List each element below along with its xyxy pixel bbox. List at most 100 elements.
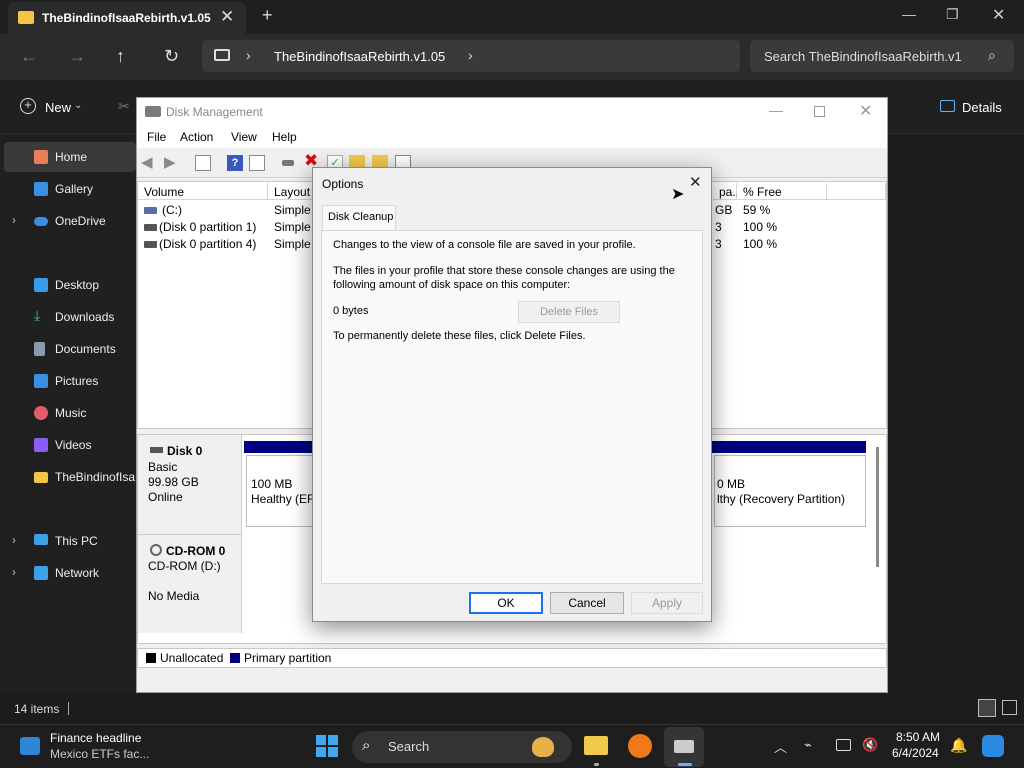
file-explorer-icon[interactable] — [584, 736, 608, 755]
sidebar-item-desktop[interactable]: Desktop — [0, 271, 136, 299]
sidebar-item-onedrive[interactable]: › OneDrive — [0, 207, 136, 235]
taskbar-search-box[interactable]: ⌕ Search — [352, 731, 572, 763]
minimize-icon[interactable]: — — [902, 6, 916, 22]
dm-minimize-icon[interactable]: — — [769, 102, 783, 118]
explorer-tab[interactable]: TheBindinofIsaaRebirth.v1.05 ✕ — [8, 2, 246, 34]
sidebar-item-network[interactable]: › Network — [0, 559, 136, 587]
new-button[interactable]: New — [45, 100, 71, 115]
search-input[interactable]: Search TheBindinofIsaaRebirth.v1 ⌕ — [750, 40, 1014, 72]
sidebar-item-music[interactable]: Music — [0, 399, 136, 427]
network-status-icon[interactable]: ⌁ — [804, 737, 812, 753]
tab-label: Disk Cleanup — [328, 211, 394, 223]
sidebar-item-this-pc[interactable]: › This PC — [0, 527, 136, 555]
disk-icon — [150, 447, 163, 453]
tab-disk-cleanup[interactable]: Disk Cleanup — [322, 205, 396, 230]
properties-icon[interactable] — [249, 155, 265, 171]
column-layout[interactable]: Layout — [268, 183, 316, 200]
cdrom-info-panel[interactable]: CD-ROM 0 CD-ROM (D:) No Media — [138, 535, 242, 633]
search-icon: ⌕ — [362, 737, 371, 754]
start-icon[interactable] — [316, 735, 338, 757]
sidebar-item-downloads[interactable]: ⤓ Downloads — [0, 303, 136, 331]
copilot-icon[interactable] — [982, 735, 1004, 757]
help-icon[interactable]: ? — [227, 155, 243, 171]
volume-free: 100 % — [743, 220, 778, 234]
folder-icon — [34, 472, 48, 483]
search-placeholder: Search TheBindinofIsaaRebirth.v1 — [764, 49, 962, 64]
close-window-icon[interactable]: ✕ — [992, 5, 1005, 25]
sidebar-item-pictures[interactable]: Pictures — [0, 367, 136, 395]
sidebar-item-home[interactable]: Home — [0, 143, 136, 171]
clock-date[interactable]: 6/4/2024 — [892, 746, 939, 760]
menu-help[interactable]: Help — [272, 130, 297, 144]
tiles-view-icon[interactable] — [1002, 700, 1017, 715]
legend-unallocated: Unallocated — [160, 651, 224, 665]
options-close-icon[interactable]: ✕ — [689, 173, 702, 191]
sidebar-item-label: TheBindinofIsa — [55, 470, 136, 484]
mouse-cursor-icon: ➤ — [671, 186, 685, 203]
sidebar-item-documents[interactable]: Documents — [0, 335, 136, 363]
dm-maximize-icon[interactable] — [814, 106, 825, 117]
chevron-right-icon[interactable]: › — [468, 47, 473, 63]
menu-file[interactable]: File — [147, 130, 166, 144]
apply-button[interactable]: Apply — [631, 592, 703, 614]
tab-title: TheBindinofIsaaRebirth.v1.05 — [42, 11, 211, 25]
connect-drive-icon[interactable] — [280, 155, 296, 171]
disk-management-taskbar-button[interactable] — [664, 727, 704, 767]
column-capacity[interactable]: pa... — [713, 183, 742, 200]
firefox-icon[interactable] — [628, 734, 652, 758]
forward-icon[interactable]: → — [68, 46, 86, 67]
chevron-right-icon[interactable]: › — [12, 533, 16, 547]
column-percent-free[interactable]: % Free — [737, 183, 827, 200]
graph-scrollbar[interactable] — [876, 447, 879, 567]
volume-capacity: 3 — [715, 237, 722, 251]
back-icon[interactable]: ← — [20, 46, 38, 67]
close-tab-icon[interactable]: ✕ — [220, 7, 234, 27]
forward-icon[interactable]: ▶ — [164, 153, 176, 171]
chevron-right-icon[interactable]: › — [12, 213, 16, 227]
refresh-icon[interactable]: ↻ — [164, 46, 179, 67]
cut-icon[interactable]: ✂ — [118, 98, 130, 115]
volume-muted-icon[interactable]: 🔇 — [862, 737, 878, 753]
sidebar-item-folder[interactable]: TheBindinofIsa — [0, 463, 136, 491]
news-title[interactable]: Finance headline — [50, 731, 141, 745]
disk-space-value: 0 bytes — [333, 305, 369, 317]
details-view-icon[interactable] — [978, 699, 996, 717]
sidebar-item-label: Desktop — [55, 278, 100, 292]
show-hidden-icons-chevron-icon[interactable]: ︿ — [774, 737, 787, 756]
widgets-icon[interactable] — [20, 737, 40, 755]
disk0-info-panel[interactable]: Disk 0 Basic 99.98 GB Online — [138, 435, 242, 535]
new-plus-icon: + — [20, 98, 36, 114]
news-subtitle[interactable]: Mexico ETFs fac... — [50, 747, 149, 761]
menu-action[interactable]: Action — [180, 130, 213, 144]
dm-close-icon[interactable]: ✕ — [859, 101, 872, 121]
show-hide-console-tree-icon[interactable] — [195, 155, 211, 171]
breadcrumb[interactable]: TheBindinofIsaaRebirth.v1.05 — [274, 49, 445, 64]
partition-recovery[interactable]: 0 MB lthy (Recovery Partition) — [714, 455, 866, 527]
sidebar-item-videos[interactable]: Videos — [0, 431, 136, 459]
sidebar-item-gallery[interactable]: Gallery — [0, 175, 136, 203]
legend-primary-swatch — [230, 653, 240, 663]
dm-titlebar: Disk Management — ✕ — [137, 98, 887, 126]
display-icon[interactable] — [836, 739, 851, 751]
address-field[interactable]: › TheBindinofIsaaRebirth.v1.05 › — [202, 40, 740, 72]
volume-icon — [144, 207, 157, 214]
notification-bell-icon[interactable]: 🔔 — [950, 737, 967, 754]
back-icon[interactable]: ◀ — [141, 153, 153, 171]
active-indicator — [678, 763, 692, 766]
new-tab-icon[interactable]: + — [262, 5, 273, 26]
disk0-state: Online — [148, 490, 183, 504]
menu-view[interactable]: View — [231, 130, 257, 144]
up-icon[interactable]: ↑ — [116, 46, 125, 67]
cancel-button[interactable]: Cancel — [550, 592, 624, 614]
restore-icon[interactable]: ❐ — [946, 6, 959, 23]
chevron-right-icon[interactable]: › — [12, 565, 16, 579]
partition-efi[interactable]: 100 MB Healthy (EFI — [246, 455, 318, 527]
ok-button[interactable]: OK — [469, 592, 543, 614]
delete-files-button[interactable]: Delete Files — [518, 301, 620, 323]
column-volume[interactable]: Volume — [138, 183, 268, 200]
sidebar-item-label: OneDrive — [55, 214, 106, 228]
details-button[interactable]: Details — [962, 100, 1002, 115]
clock-time[interactable]: 8:50 AM — [896, 730, 940, 744]
music-icon — [34, 406, 48, 420]
sidebar-item-label: Pictures — [55, 374, 99, 388]
